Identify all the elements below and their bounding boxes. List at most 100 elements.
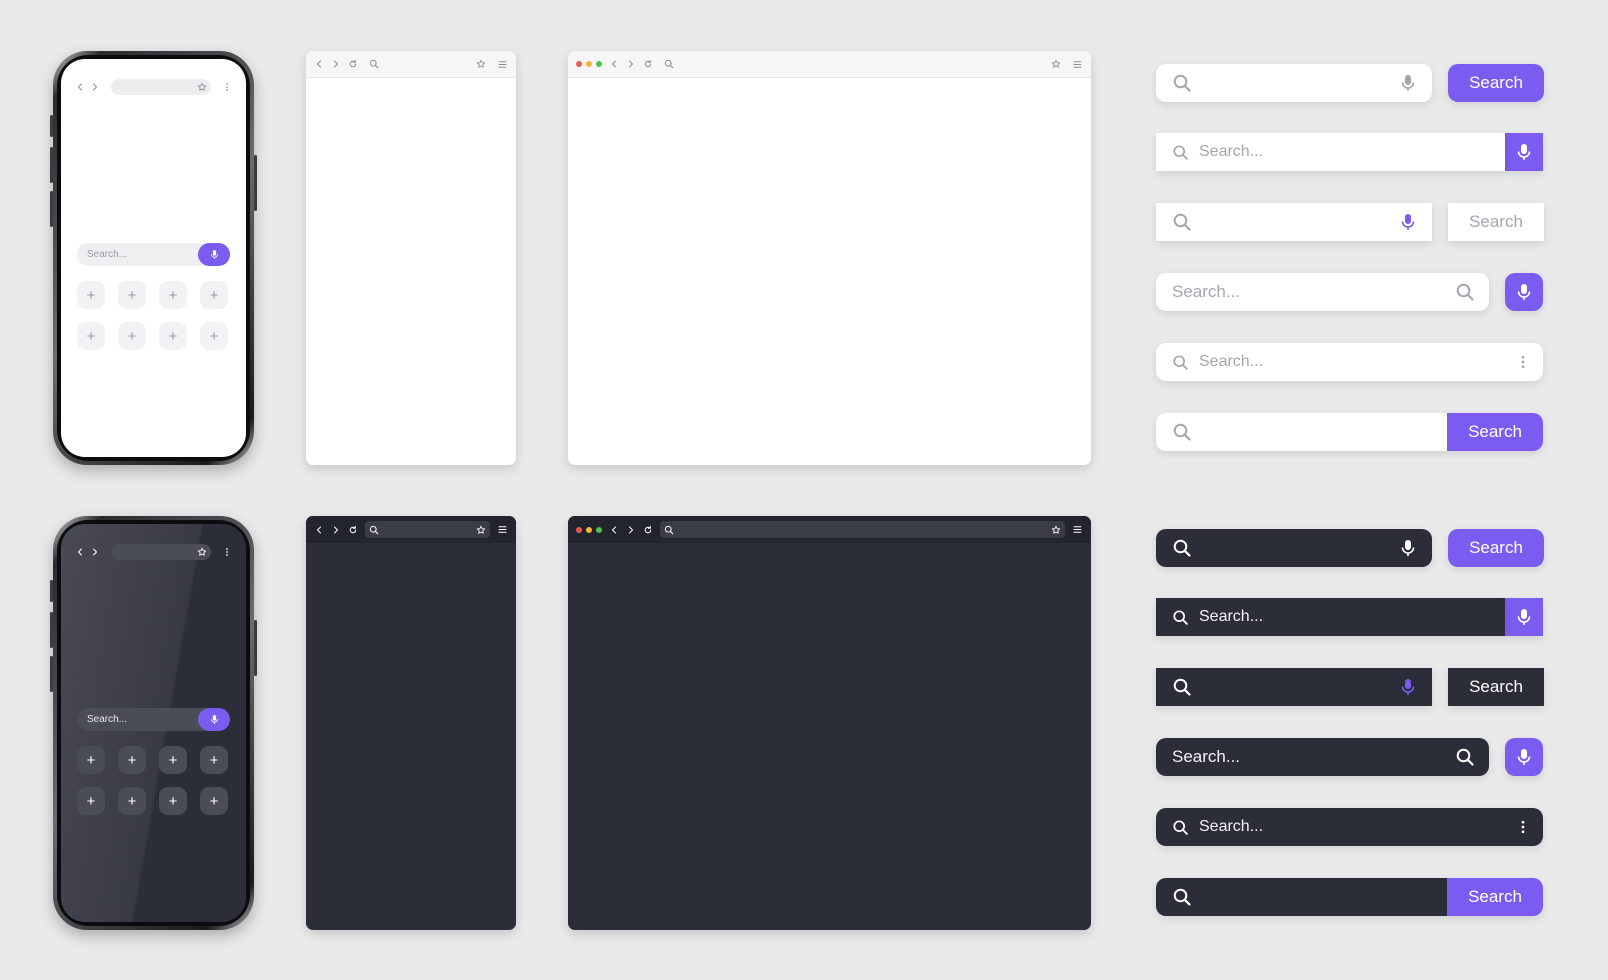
mic-icon [209, 714, 220, 725]
search-icon [1172, 887, 1192, 907]
address-bar[interactable] [365, 521, 490, 538]
shortcut-add-tile[interactable]: + [159, 787, 187, 815]
search-button[interactable]: Search [1448, 64, 1544, 102]
mic-icon[interactable] [1398, 677, 1418, 697]
search-input[interactable]: Search... [1156, 808, 1543, 846]
chevron-left-icon[interactable] [314, 525, 324, 535]
shortcut-add-tile[interactable]: + [159, 746, 187, 774]
search-input[interactable] [1156, 413, 1447, 451]
more-vertical-icon[interactable] [1515, 819, 1531, 835]
close-dot[interactable] [576, 61, 582, 67]
shortcut-add-tile[interactable]: + [77, 281, 105, 309]
reload-icon[interactable] [348, 525, 358, 535]
shortcut-add-tile[interactable]: + [118, 746, 146, 774]
search-button[interactable]: Search [1448, 668, 1544, 706]
chevron-right-icon[interactable] [626, 525, 636, 535]
search-icon [1172, 144, 1189, 161]
search-button[interactable]: Search [1448, 529, 1544, 567]
phone-search-input[interactable]: Search... [77, 708, 230, 731]
chevron-left-icon[interactable] [75, 547, 85, 557]
search-input[interactable] [1156, 668, 1432, 706]
maximize-dot[interactable] [596, 61, 602, 67]
shortcut-add-tile[interactable]: + [118, 322, 146, 350]
shortcut-add-tile[interactable]: + [118, 787, 146, 815]
shortcut-add-tile[interactable]: + [77, 746, 105, 774]
browser-toolbar [306, 51, 516, 78]
phone-toolbar [75, 542, 232, 562]
address-bar[interactable] [660, 56, 1065, 73]
phone-url-bar[interactable] [111, 544, 211, 560]
more-vertical-icon[interactable] [222, 547, 232, 557]
address-bar[interactable] [660, 521, 1065, 538]
chevron-left-icon[interactable] [609, 525, 619, 535]
chevron-right-icon[interactable] [331, 59, 341, 69]
mic-icon[interactable] [1398, 73, 1418, 93]
star-icon[interactable] [476, 59, 486, 69]
menu-icon[interactable] [497, 524, 508, 535]
search-icon[interactable] [1455, 747, 1475, 767]
search-button[interactable]: Search [1448, 203, 1544, 241]
shortcut-add-tile[interactable]: + [200, 787, 228, 815]
search-input[interactable]: Search... [1156, 738, 1489, 776]
search-input[interactable]: Search... [1156, 343, 1543, 381]
star-icon[interactable] [197, 82, 207, 92]
search-input[interactable] [1156, 203, 1432, 241]
address-bar[interactable] [365, 56, 490, 73]
more-vertical-icon[interactable] [222, 82, 232, 92]
chevron-left-icon[interactable] [609, 59, 619, 69]
search-icon[interactable] [1455, 282, 1475, 302]
menu-icon[interactable] [1072, 524, 1083, 535]
menu-icon[interactable] [497, 59, 508, 70]
mic-button[interactable] [1505, 273, 1543, 311]
search-placeholder: Search... [1199, 608, 1264, 625]
chevron-left-icon[interactable] [75, 82, 85, 92]
shortcut-add-tile[interactable]: + [200, 746, 228, 774]
more-vertical-icon[interactable] [1515, 354, 1531, 370]
reload-icon[interactable] [348, 59, 358, 69]
phone-url-bar[interactable] [111, 79, 211, 95]
search-button[interactable]: Search [1447, 878, 1543, 916]
star-icon[interactable] [1051, 525, 1061, 535]
reload-icon[interactable] [643, 59, 653, 69]
search-input[interactable] [1156, 64, 1432, 102]
mic-icon[interactable] [1398, 212, 1418, 232]
search-button[interactable]: Search [1447, 413, 1543, 451]
close-dot[interactable] [576, 526, 582, 533]
search-icon [1172, 819, 1189, 836]
mic-button[interactable] [1505, 598, 1543, 636]
search-icon [1172, 538, 1192, 558]
mic-button[interactable] [1505, 133, 1543, 171]
menu-icon[interactable] [1072, 59, 1083, 70]
phone-search-input[interactable]: Search... [77, 243, 230, 266]
phone-mic-button[interactable] [198, 708, 230, 731]
chevron-right-icon[interactable] [90, 82, 100, 92]
shortcut-add-tile[interactable]: + [200, 322, 228, 350]
search-input[interactable]: Search... [1156, 273, 1489, 311]
mic-icon[interactable] [1398, 538, 1418, 558]
star-icon[interactable] [197, 547, 207, 557]
phone-mic-button[interactable] [198, 243, 230, 266]
light-desktop-browser-window [568, 51, 1091, 465]
minimize-dot[interactable] [586, 526, 592, 533]
shortcut-add-tile[interactable]: + [159, 322, 187, 350]
shortcut-add-tile[interactable]: + [200, 281, 228, 309]
minimize-dot[interactable] [586, 61, 592, 67]
chevron-right-icon[interactable] [90, 547, 100, 557]
search-input[interactable]: Search... [1156, 133, 1505, 171]
shortcut-add-tile[interactable]: + [77, 787, 105, 815]
search-input[interactable]: Search... [1156, 598, 1505, 636]
shortcut-add-tile[interactable]: + [118, 281, 146, 309]
star-icon[interactable] [1051, 59, 1061, 69]
chevron-right-icon[interactable] [626, 59, 636, 69]
search-input[interactable] [1156, 878, 1447, 916]
chevron-right-icon[interactable] [331, 525, 341, 535]
reload-icon[interactable] [643, 525, 653, 535]
mic-button[interactable] [1505, 738, 1543, 776]
dark-search-bar-1: Search [1156, 529, 1544, 567]
search-input[interactable] [1156, 529, 1432, 567]
star-icon[interactable] [476, 525, 486, 535]
maximize-dot[interactable] [596, 526, 602, 533]
shortcut-add-tile[interactable]: + [77, 322, 105, 350]
shortcut-add-tile[interactable]: + [159, 281, 187, 309]
chevron-left-icon[interactable] [314, 59, 324, 69]
